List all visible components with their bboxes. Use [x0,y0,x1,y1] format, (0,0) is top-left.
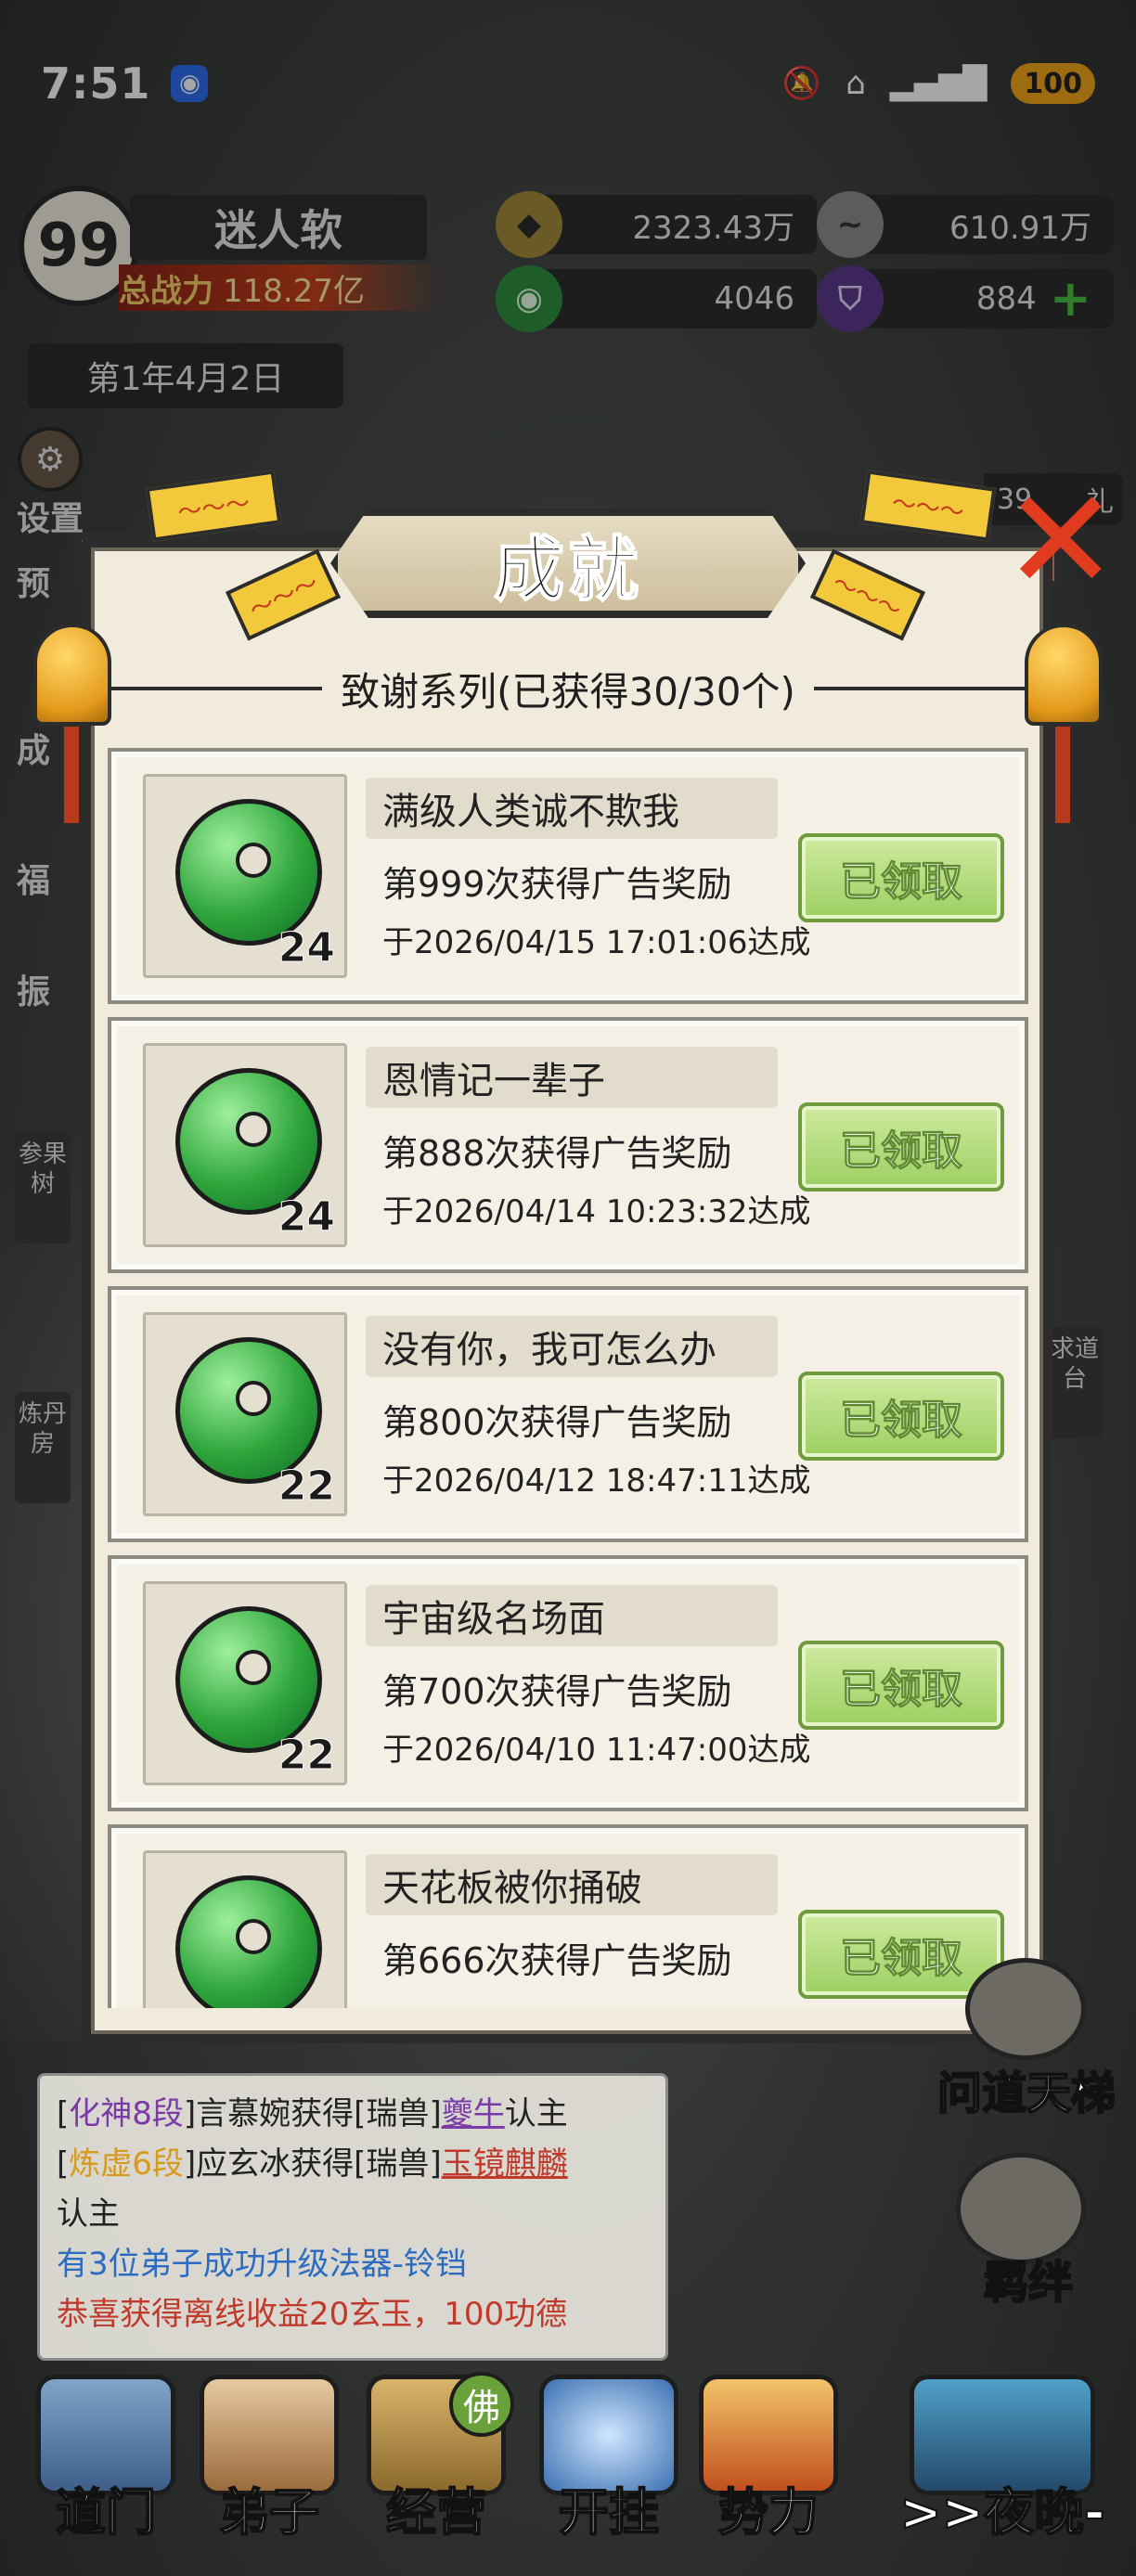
log-line: 认主 [57,2196,120,2233]
series-header: 致谢系列(已获得30/30个) [111,651,1025,726]
log-beast-link[interactable]: 玉镜麒麟 [442,2145,568,2183]
nav-label: 开挂 [558,2482,660,2543]
achievement-card: 天花板被你捅破 第666次获得广告奖励 已领取 [108,1824,1028,2008]
achievement-title: 天花板被你捅破 [366,1854,778,1915]
nav-shili[interactable]: 势力 [676,2375,861,2544]
series-divider-left [111,687,323,690]
achievement-desc: 第999次获得广告奖励 [382,864,732,905]
nav-label: 势力 [717,2482,820,2543]
bottom-nav: 道门 弟子 经营 开挂 势力 >>夜晚- [0,2357,1136,2576]
log-text: [ [57,2095,70,2132]
modal-title-plate: 成就 [330,509,806,618]
achievement-card: 24 恩情记一辈子 第888次获得广告奖励 于2026/04/14 10:23:… [108,1017,1028,1273]
achievement-date: 于2026/04/10 11:47:00达成 [382,1732,811,1769]
log-rank: 炼虚6段 [69,2145,184,2183]
wendao-button[interactable]: 问道天梯 [936,2056,1117,2121]
achievement-card: 24 满级人类诚不欺我 第999次获得广告奖励 于2026/04/15 17:0… [108,748,1028,1004]
reward-count: 24 [278,1193,335,1242]
log-text: 瑞兽 [366,2095,430,2132]
log-rank: 化神8段 [69,2095,184,2132]
reward-thumb: 24 [143,774,347,978]
jade-reward-icon [175,1875,322,2008]
log-text: ] [429,2095,442,2132]
nav-label: 弟子 [218,2482,320,2543]
claimed-button[interactable]: 已领取 [798,833,1004,922]
event-log[interactable]: [化神8段]言慕婉获得[瑞兽]夔牛认主 [炼虚6段]应玄冰获得[瑞兽]玉镜麒麟 … [37,2073,668,2361]
claimed-button[interactable]: 已领取 [798,1641,1004,1730]
reward-thumb: 24 [143,1043,347,1247]
reward-thumb [143,1850,347,2008]
tassel-left [61,724,82,826]
reward-count: 22 [278,1462,335,1511]
reward-thumb: 22 [143,1312,347,1516]
reward-count: 24 [278,924,335,972]
log-text: 认主 [504,2095,568,2132]
log-text: [ [57,2145,70,2183]
close-icon[interactable]: ✕ [1002,471,1119,611]
jiban-button[interactable]: 羁绊 [983,2246,1074,2311]
fo-badge: 佛 [449,2372,514,2437]
achievement-card: 22 没有你，我可怎么办 第800次获得广告奖励 于2026/04/12 18:… [108,1286,1028,1542]
reward-count: 22 [278,1732,335,1780]
series-title: 致谢系列(已获得30/30个) [341,668,795,715]
log-line: [炼虚6段]应玄冰获得[瑞兽]玉镜麒麟 [57,2139,649,2189]
log-text: 瑞兽 [366,2145,430,2183]
nav-label: 道门 [55,2482,157,2543]
nav-daomen[interactable]: 道门 [13,2375,199,2544]
achievement-date: 于2026/04/12 18:47:11达成 [382,1462,811,1500]
log-line: [化神8段]言慕婉获得[瑞兽]夔牛认主 [57,2089,649,2139]
achievement-desc: 第888次获得广告奖励 [382,1133,732,1174]
achievement-desc: 第800次获得广告奖励 [382,1402,732,1443]
nav-label: >>夜晚- [899,2482,1106,2543]
claimed-button[interactable]: 已领取 [798,1102,1004,1191]
achievement-desc: 第700次获得广告奖励 [382,1671,732,1712]
achievement-date: 于2026/04/15 17:01:06达成 [382,924,811,961]
achievement-title: 恩情记一辈子 [366,1047,778,1108]
achievement-desc: 第666次获得广告奖励 [382,1940,732,1981]
bell-left-icon [33,624,111,726]
log-beast-link[interactable]: 夔牛 [442,2095,505,2132]
nav-kaigua[interactable]: 开挂 [516,2375,702,2544]
nav-dizi[interactable]: 弟子 [176,2375,362,2544]
achievement-title: 满级人类诚不欺我 [366,778,778,839]
log-line: 有3位弟子成功升级法器-铃铛 [57,2246,467,2283]
ladder-icon [965,1958,1086,2060]
achievement-title: 没有你，我可怎么办 [366,1316,778,1377]
log-line: 恭喜获得离线收益20玄玉，100功德 [57,2296,568,2333]
nav-yewan[interactable]: >>夜晚- [882,2375,1123,2544]
achievement-card: 22 宇宙级名场面 第700次获得广告奖励 于2026/04/10 11:47:… [108,1555,1028,1811]
reward-thumb: 22 [143,1581,347,1785]
modal-title: 成就 [493,527,642,612]
log-text: ]言慕婉获得[ [183,2095,367,2132]
nav-label: 经营 [385,2482,487,2543]
log-text: ] [429,2145,442,2183]
bell-right-icon [1025,624,1103,726]
achievement-list[interactable]: 24 满级人类诚不欺我 第999次获得广告奖励 于2026/04/15 17:0… [108,748,1028,2008]
log-text: ]应玄冰获得[ [183,2145,367,2183]
series-divider-right [813,687,1025,690]
achievement-date: 于2026/04/14 10:23:32达成 [382,1193,811,1230]
tassel-right [1052,724,1073,826]
claimed-button[interactable]: 已领取 [798,1372,1004,1461]
achievement-title: 宇宙级名场面 [366,1585,778,1646]
